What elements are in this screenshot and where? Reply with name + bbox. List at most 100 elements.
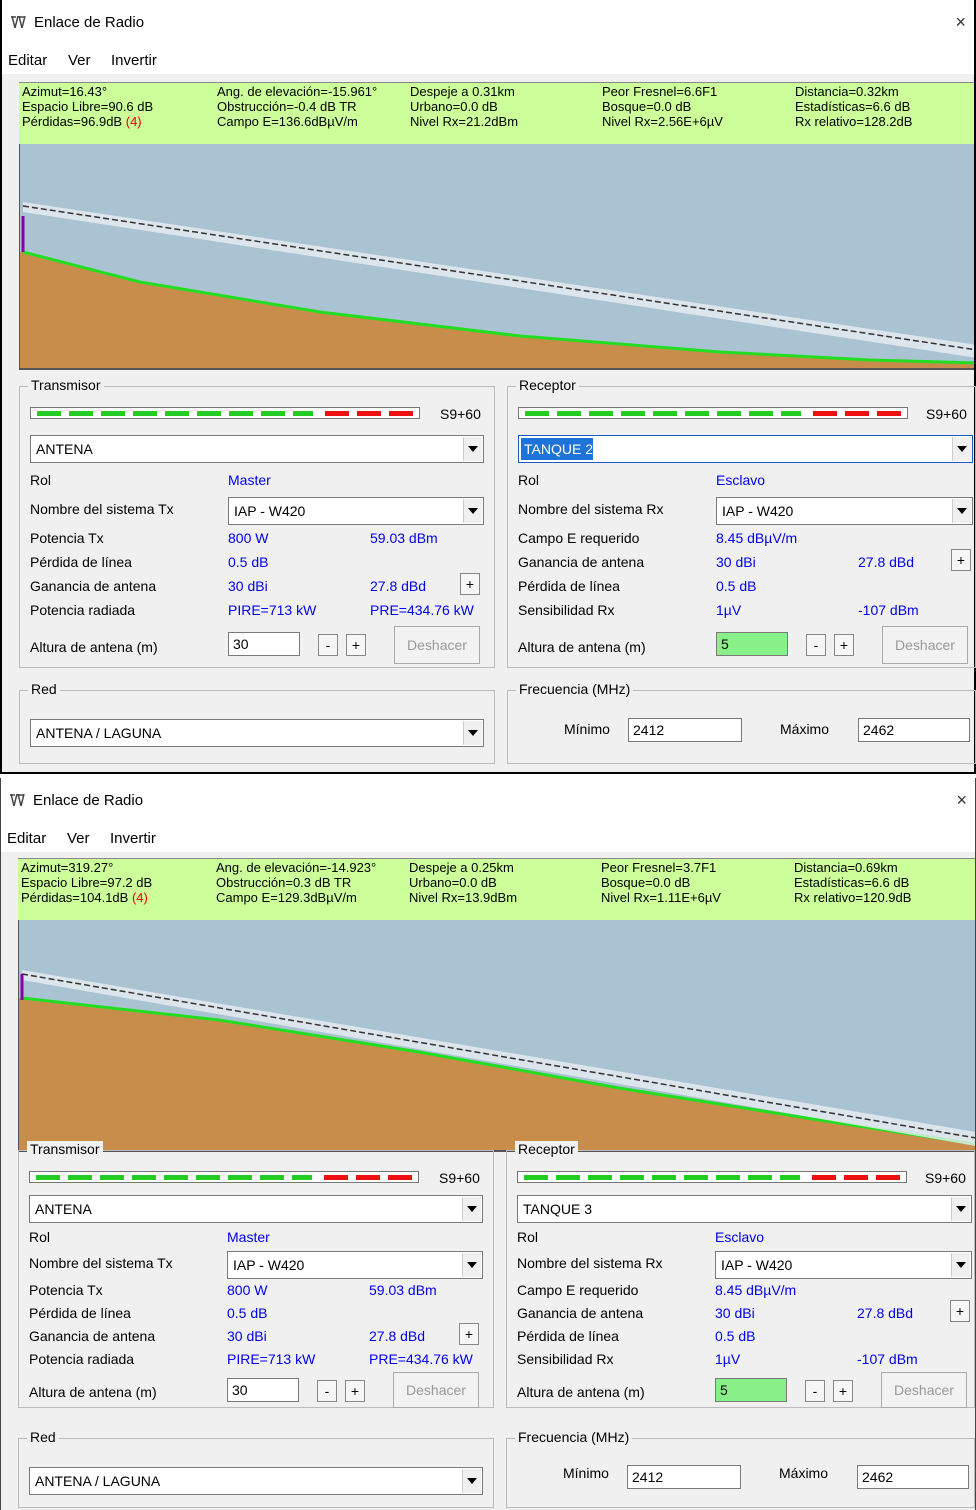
rx-altura-minus-button[interactable]: -: [805, 1380, 825, 1402]
tx-potencia-dbm: 59.03 dBm: [369, 1282, 437, 1298]
tx-sistema-label: Nombre del sistema Tx: [30, 501, 174, 517]
chevron-down-icon[interactable]: [952, 437, 971, 461]
stat-elevacion: Ang. de elevación=-15.961°: [217, 84, 378, 99]
stat-perdidas: Pérdidas=96.9dB (4): [22, 114, 142, 129]
rx-sens-dbm: -107 dBm: [858, 602, 919, 618]
tx-ganancia-dbd: 27.8 dBd: [369, 1328, 426, 1344]
rx-sens-uv: 1µV: [716, 602, 742, 618]
frecuencia-max-input[interactable]: 2462: [858, 718, 970, 742]
tx-altura-minus-button[interactable]: -: [318, 634, 338, 656]
tx-sistema-select[interactable]: IAP - W420: [228, 497, 484, 525]
red-group: Red ANTENA / LAGUNA: [19, 681, 495, 764]
radio-link-icon: [9, 792, 25, 808]
chevron-down-icon[interactable]: [462, 1197, 481, 1221]
tx-altura-plus-button[interactable]: +: [345, 1380, 365, 1402]
chevron-down-icon[interactable]: [462, 1253, 481, 1277]
chevron-down-icon[interactable]: [952, 499, 971, 523]
chevron-down-icon[interactable]: [463, 721, 482, 745]
rx-sistema-select[interactable]: IAP - W420: [715, 1251, 972, 1279]
rx-meter-green: [524, 1175, 800, 1180]
menu-ver[interactable]: Ver: [67, 830, 90, 847]
rx-sistema-select[interactable]: IAP - W420: [716, 497, 973, 525]
tx-altura-plus-button[interactable]: +: [346, 634, 366, 656]
rx-altura-minus-button[interactable]: -: [806, 634, 826, 656]
tx-pire: PIRE=713 kW: [228, 602, 317, 618]
radio-link-icon: [10, 14, 26, 30]
tx-meter-green: [36, 1175, 312, 1180]
rx-altura-input[interactable]: 5: [716, 632, 788, 656]
stat-despeje: Despeje a 0.31km: [410, 84, 515, 99]
tx-sistema-select[interactable]: IAP - W420: [227, 1251, 483, 1279]
rx-ganancia-label: Ganancia de antena: [517, 1305, 644, 1321]
frecuencia-min-label: Mínimo: [563, 1465, 609, 1481]
rx-sistema-label: Nombre del sistema Rx: [518, 501, 664, 517]
rx-meter-red: [812, 1175, 900, 1180]
rx-deshacer-button[interactable]: Deshacer: [882, 626, 968, 664]
tx-signal-meter: [30, 407, 420, 419]
menu-invertir[interactable]: Invertir: [110, 830, 156, 847]
rx-altura-plus-button[interactable]: +: [834, 634, 854, 656]
chevron-down-icon[interactable]: [462, 1469, 481, 1493]
menu-invertir[interactable]: Invertir: [111, 52, 157, 69]
stat-bosque: Bosque=0.0 dB: [601, 875, 691, 890]
rx-station-select[interactable]: TANQUE 2: [518, 435, 973, 463]
tx-ganancia-plus-button[interactable]: +: [459, 1323, 479, 1345]
tx-pre: PRE=434.76 kW: [369, 1351, 473, 1367]
red-select[interactable]: ANTENA / LAGUNA: [30, 719, 484, 747]
rx-rol-value: Esclavo: [715, 1229, 765, 1245]
tx-station-select[interactable]: ANTENA: [29, 1195, 483, 1223]
tx-deshacer-button[interactable]: Deshacer: [393, 1372, 479, 1408]
rx-campo-label: Campo E requerido: [517, 1282, 639, 1298]
rx-meter-label: S9+60: [925, 1170, 966, 1186]
frecuencia-max-input[interactable]: 2462: [857, 1465, 969, 1489]
tx-altura-input[interactable]: 30: [227, 1378, 299, 1402]
stat-azimut: Azimut=319.27°: [21, 860, 114, 875]
menu-ver[interactable]: Ver: [68, 52, 91, 69]
stat-urbano: Urbano=0.0 dB: [409, 875, 497, 890]
menu-editar[interactable]: Editar: [7, 830, 46, 847]
chevron-down-icon[interactable]: [463, 437, 482, 461]
tx-meter-red: [325, 411, 413, 416]
radio-link-window-1: Enlace de Radio × Editar Ver Invertir Az…: [0, 0, 976, 774]
rx-station-select[interactable]: TANQUE 3: [517, 1195, 972, 1223]
stat-urbano: Urbano=0.0 dB: [410, 99, 498, 114]
stat-estadisticas: Estadísticas=6.6 dB: [794, 875, 910, 890]
stat-distancia: Distancia=0.69km: [794, 860, 898, 875]
tx-altura-minus-button[interactable]: -: [317, 1380, 337, 1402]
stat-perdidas: Pérdidas=104.1dB (4): [21, 890, 148, 905]
chevron-down-icon[interactable]: [463, 499, 482, 523]
tx-altura-label: Altura de antena (m): [30, 639, 158, 655]
receptor-legend: Receptor: [516, 377, 579, 393]
frecuencia-min-input[interactable]: 2412: [628, 718, 742, 742]
stat-distancia: Distancia=0.32km: [795, 84, 899, 99]
chevron-down-icon[interactable]: [951, 1253, 970, 1277]
rx-altura-input[interactable]: 5: [715, 1378, 787, 1402]
rx-deshacer-button[interactable]: Deshacer: [881, 1372, 967, 1408]
close-icon[interactable]: ×: [955, 12, 966, 33]
tx-radiada-label: Potencia radiada: [30, 602, 136, 618]
tx-deshacer-button[interactable]: Deshacer: [394, 626, 480, 664]
rx-altura-plus-button[interactable]: +: [833, 1380, 853, 1402]
stat-rx-relativo: Rx relativo=128.2dB: [795, 114, 913, 129]
chevron-down-icon[interactable]: [951, 1197, 970, 1221]
tx-station-select[interactable]: ANTENA: [30, 435, 484, 463]
tx-ganancia-plus-button[interactable]: +: [460, 573, 480, 595]
red-select[interactable]: ANTENA / LAGUNA: [29, 1467, 483, 1495]
link-stats-panel: Azimut=319.27° Espacio Libre=97.2 dB Pér…: [18, 858, 975, 921]
frecuencia-min-input[interactable]: 2412: [627, 1465, 741, 1489]
stat-nivel-rx-uv: Nivel Rx=2.56E+6µV: [602, 114, 723, 129]
close-icon[interactable]: ×: [956, 790, 967, 811]
menu-editar[interactable]: Editar: [8, 52, 47, 69]
stat-azimut: Azimut=16.43°: [22, 84, 108, 99]
tx-altura-input[interactable]: 30: [228, 632, 300, 656]
rx-ganancia-label: Ganancia de antena: [518, 554, 645, 570]
frecuencia-min-label: Mínimo: [564, 721, 610, 737]
stat-nivel-rx-dbm: Nivel Rx=21.2dBm: [410, 114, 519, 129]
frecuencia-max-label: Máximo: [779, 1465, 829, 1481]
rx-ganancia-plus-button[interactable]: +: [950, 1300, 970, 1322]
rx-ganancia-dbi: 30 dBi: [715, 1305, 755, 1321]
tx-potencia-w: 800 W: [228, 530, 269, 546]
tx-sistema-label: Nombre del sistema Tx: [29, 1255, 173, 1271]
rx-ganancia-plus-button[interactable]: +: [951, 549, 971, 571]
tx-perdida-value: 0.5 dB: [228, 554, 269, 570]
